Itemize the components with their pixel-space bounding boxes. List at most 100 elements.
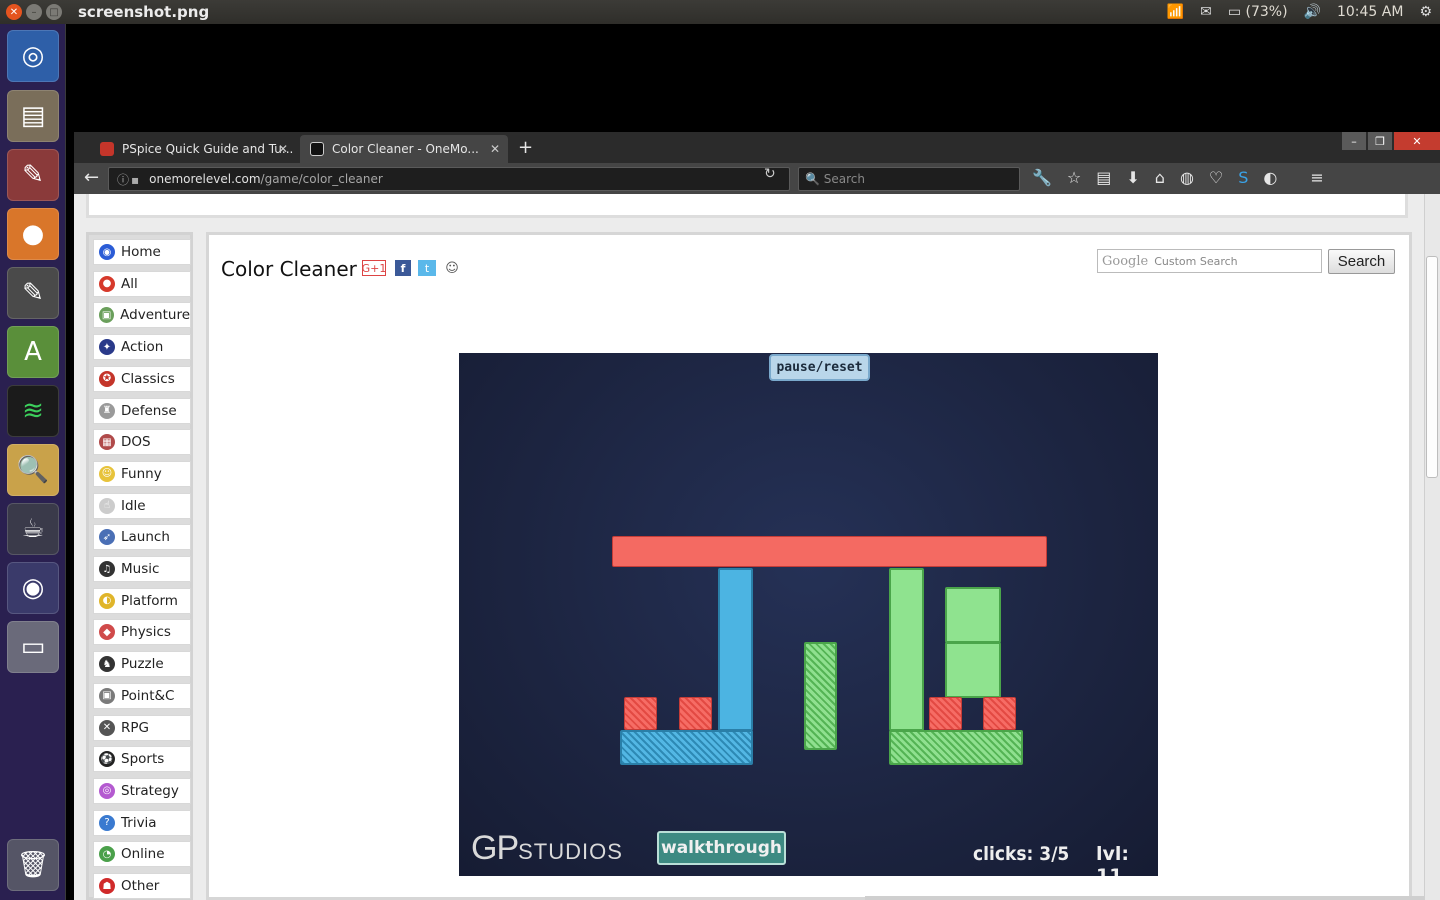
close-tab-icon[interactable]: ✕ <box>278 142 288 156</box>
download-icon[interactable]: ⬇ <box>1126 168 1139 187</box>
clicks-counter: clicks: 3/5 <box>973 843 1070 865</box>
green-pillar-block[interactable] <box>889 568 924 731</box>
skype-icon[interactable]: S <box>1238 168 1248 187</box>
firefox-icon[interactable]: ● <box>7 208 59 260</box>
sidebar-item-funny[interactable]: ☺ Funny <box>93 460 191 487</box>
sidebar-item-dos[interactable]: ▦ DOS <box>93 429 191 456</box>
back-button[interactable]: ← <box>84 167 99 188</box>
close-tab-icon[interactable]: ✕ <box>490 142 500 156</box>
google-plus-icon[interactable]: G+1 <box>362 260 386 276</box>
minimize-button[interactable]: – <box>1342 132 1366 150</box>
sidebar-item-puzzle[interactable]: ♞ Puzzle <box>93 651 191 678</box>
horizontal-scroll-track <box>865 896 1424 900</box>
minimize-window-button[interactable]: – <box>26 4 42 20</box>
walkthrough-button[interactable]: walkthrough <box>657 831 786 865</box>
globe-icon[interactable]: ◍ <box>1180 168 1194 187</box>
close-button[interactable]: ✕ <box>1394 132 1440 150</box>
online-icon: ◔ <box>99 846 115 863</box>
clock[interactable]: 10:45 AM <box>1337 4 1403 20</box>
trash-icon[interactable]: 🗑 <box>7 839 59 891</box>
red-bar-block[interactable] <box>612 536 1047 567</box>
pause-reset-button[interactable]: pause/reset <box>769 354 870 381</box>
chrome-icon[interactable]: ◉ <box>7 562 59 614</box>
pocket-icon[interactable]: ♡ <box>1209 168 1223 187</box>
search-icon: 🔍 <box>805 172 824 186</box>
sidebar-item-label: Strategy <box>121 782 179 799</box>
reload-icon[interactable]: ↻ <box>764 166 776 182</box>
sidebar-item-physics[interactable]: ◆ Physics <box>93 619 191 646</box>
clipboard-icon[interactable]: ▤ <box>1096 168 1111 187</box>
adventure-icon: ▣ <box>99 307 115 324</box>
tab-pspice[interactable]: PSpice Quick Guide and Tu... ✕ <box>90 135 296 163</box>
ubuntu-dash-icon[interactable]: ◎ <box>7 30 59 82</box>
sidebar-item-label: Launch <box>121 529 170 546</box>
search-bar[interactable]: 🔍 Search <box>798 167 1020 191</box>
wrench-icon[interactable]: 🔧 <box>1032 168 1052 187</box>
red-small-block[interactable] <box>929 697 962 730</box>
sidebar-item-rpg[interactable]: ✕ RPG <box>93 714 191 741</box>
tab-color-cleaner[interactable]: Color Cleaner - OneMo... ✕ <box>300 135 508 163</box>
search-placeholder: Search <box>823 172 865 186</box>
red-small-block[interactable] <box>983 697 1016 730</box>
search-button[interactable]: Search <box>1328 249 1395 274</box>
scrollbar-thumb[interactable] <box>1426 256 1438 478</box>
gear-icon[interactable]: ⚙ <box>1419 4 1432 20</box>
close-window-button[interactable]: ✕ <box>6 4 22 20</box>
sidebar-item-sports[interactable]: ⚽ Sports <box>93 746 191 773</box>
extension-icon[interactable]: ◐ <box>1263 168 1277 187</box>
sidebar-item-launch[interactable]: ➶ Launch <box>93 524 191 551</box>
sidebar-item-classics[interactable]: ✪ Classics <box>93 365 191 392</box>
sidebar-item-point-c[interactable]: ▣ Point&C <box>93 682 191 709</box>
system-settings-icon[interactable]: ✎ <box>7 149 59 201</box>
twitter-icon[interactable]: t <box>418 260 436 276</box>
wifi-icon[interactable]: 📶 <box>1167 4 1184 20</box>
blue-pillar-block[interactable] <box>718 568 753 731</box>
red-small-block[interactable] <box>624 697 657 730</box>
url-bar[interactable]: ⓘ▪ onemorelevel.com/game/color_cleaner <box>108 167 790 191</box>
image-viewer-icon[interactable]: 🔍 <box>7 444 59 496</box>
text-editor-icon[interactable]: ✎ <box>7 267 59 319</box>
launch-icon: ➶ <box>99 529 115 546</box>
maximize-window-button[interactable]: □ <box>46 4 62 20</box>
sidebar-item-other[interactable]: ☗ Other <box>93 873 191 899</box>
green-square-block[interactable] <box>945 587 1001 643</box>
site-info-icon[interactable]: ⓘ▪ <box>117 171 141 188</box>
volume-icon[interactable]: 🔊 <box>1304 4 1321 20</box>
android-studio-icon[interactable]: A <box>7 326 59 378</box>
google-search-input[interactable]: Google Custom Search <box>1097 249 1322 273</box>
reddit-icon[interactable]: ☺ <box>443 260 461 276</box>
green-square-block[interactable] <box>945 642 1001 698</box>
home-icon: ◉ <box>99 244 115 260</box>
top-panel: ✕ – □ screenshot.png 📶 ✉ ▭ (73%) 🔊 10:45… <box>0 0 1440 24</box>
sidebar-item-trivia[interactable]: ? Trivia <box>93 809 191 836</box>
navigation-bar: ← ⓘ▪ onemorelevel.com/game/color_cleaner… <box>74 163 1440 194</box>
sidebar-item-platform[interactable]: ◐ Platform <box>93 587 191 614</box>
sidebar-item-defense[interactable]: ♜ Defense <box>93 397 191 424</box>
sidebar-item-action[interactable]: ✦ Action <box>93 334 191 361</box>
files-icon[interactable]: ▤ <box>7 90 59 142</box>
game-canvas[interactable]: pause/reset GPSTUDIOS walkthrough clicks… <box>459 353 1158 876</box>
restore-button[interactable]: ❐ <box>1368 132 1392 150</box>
battery-indicator[interactable]: ▭ (73%) <box>1228 4 1288 20</box>
sidebar-item-label: Sports <box>121 751 165 768</box>
drive-icon[interactable]: ▭ <box>7 621 59 673</box>
sidebar-item-adventure[interactable]: ▣ Adventure <box>93 302 191 329</box>
red-small-block[interactable] <box>679 697 712 730</box>
sidebar-item-idle[interactable]: ☝ Idle <box>93 492 191 519</box>
gp-studios-logo[interactable]: GPSTUDIOS <box>471 829 623 868</box>
bookmark-star-icon[interactable]: ☆ <box>1067 168 1081 187</box>
sidebar-item-music[interactable]: ♫ Music <box>93 556 191 582</box>
home-icon[interactable]: ⌂ <box>1155 168 1165 187</box>
spotify-icon[interactable]: ≋ <box>7 385 59 437</box>
sidebar-item-strategy[interactable]: ◎ Strategy <box>93 777 191 804</box>
sidebar-item-label: Online <box>121 846 165 863</box>
sidebar-item-home[interactable]: ◉ Home <box>93 239 191 265</box>
menu-icon[interactable]: ≡ <box>1310 168 1323 187</box>
new-tab-button[interactable]: + <box>518 137 533 158</box>
facebook-icon[interactable]: f <box>395 260 411 276</box>
java-icon[interactable]: ☕ <box>7 503 59 555</box>
sidebar-item-all[interactable]: ● All <box>93 270 191 297</box>
mail-icon[interactable]: ✉ <box>1200 4 1212 20</box>
sidebar-item-label: Point&C <box>121 687 175 704</box>
sidebar-item-online[interactable]: ◔ Online <box>93 841 191 868</box>
